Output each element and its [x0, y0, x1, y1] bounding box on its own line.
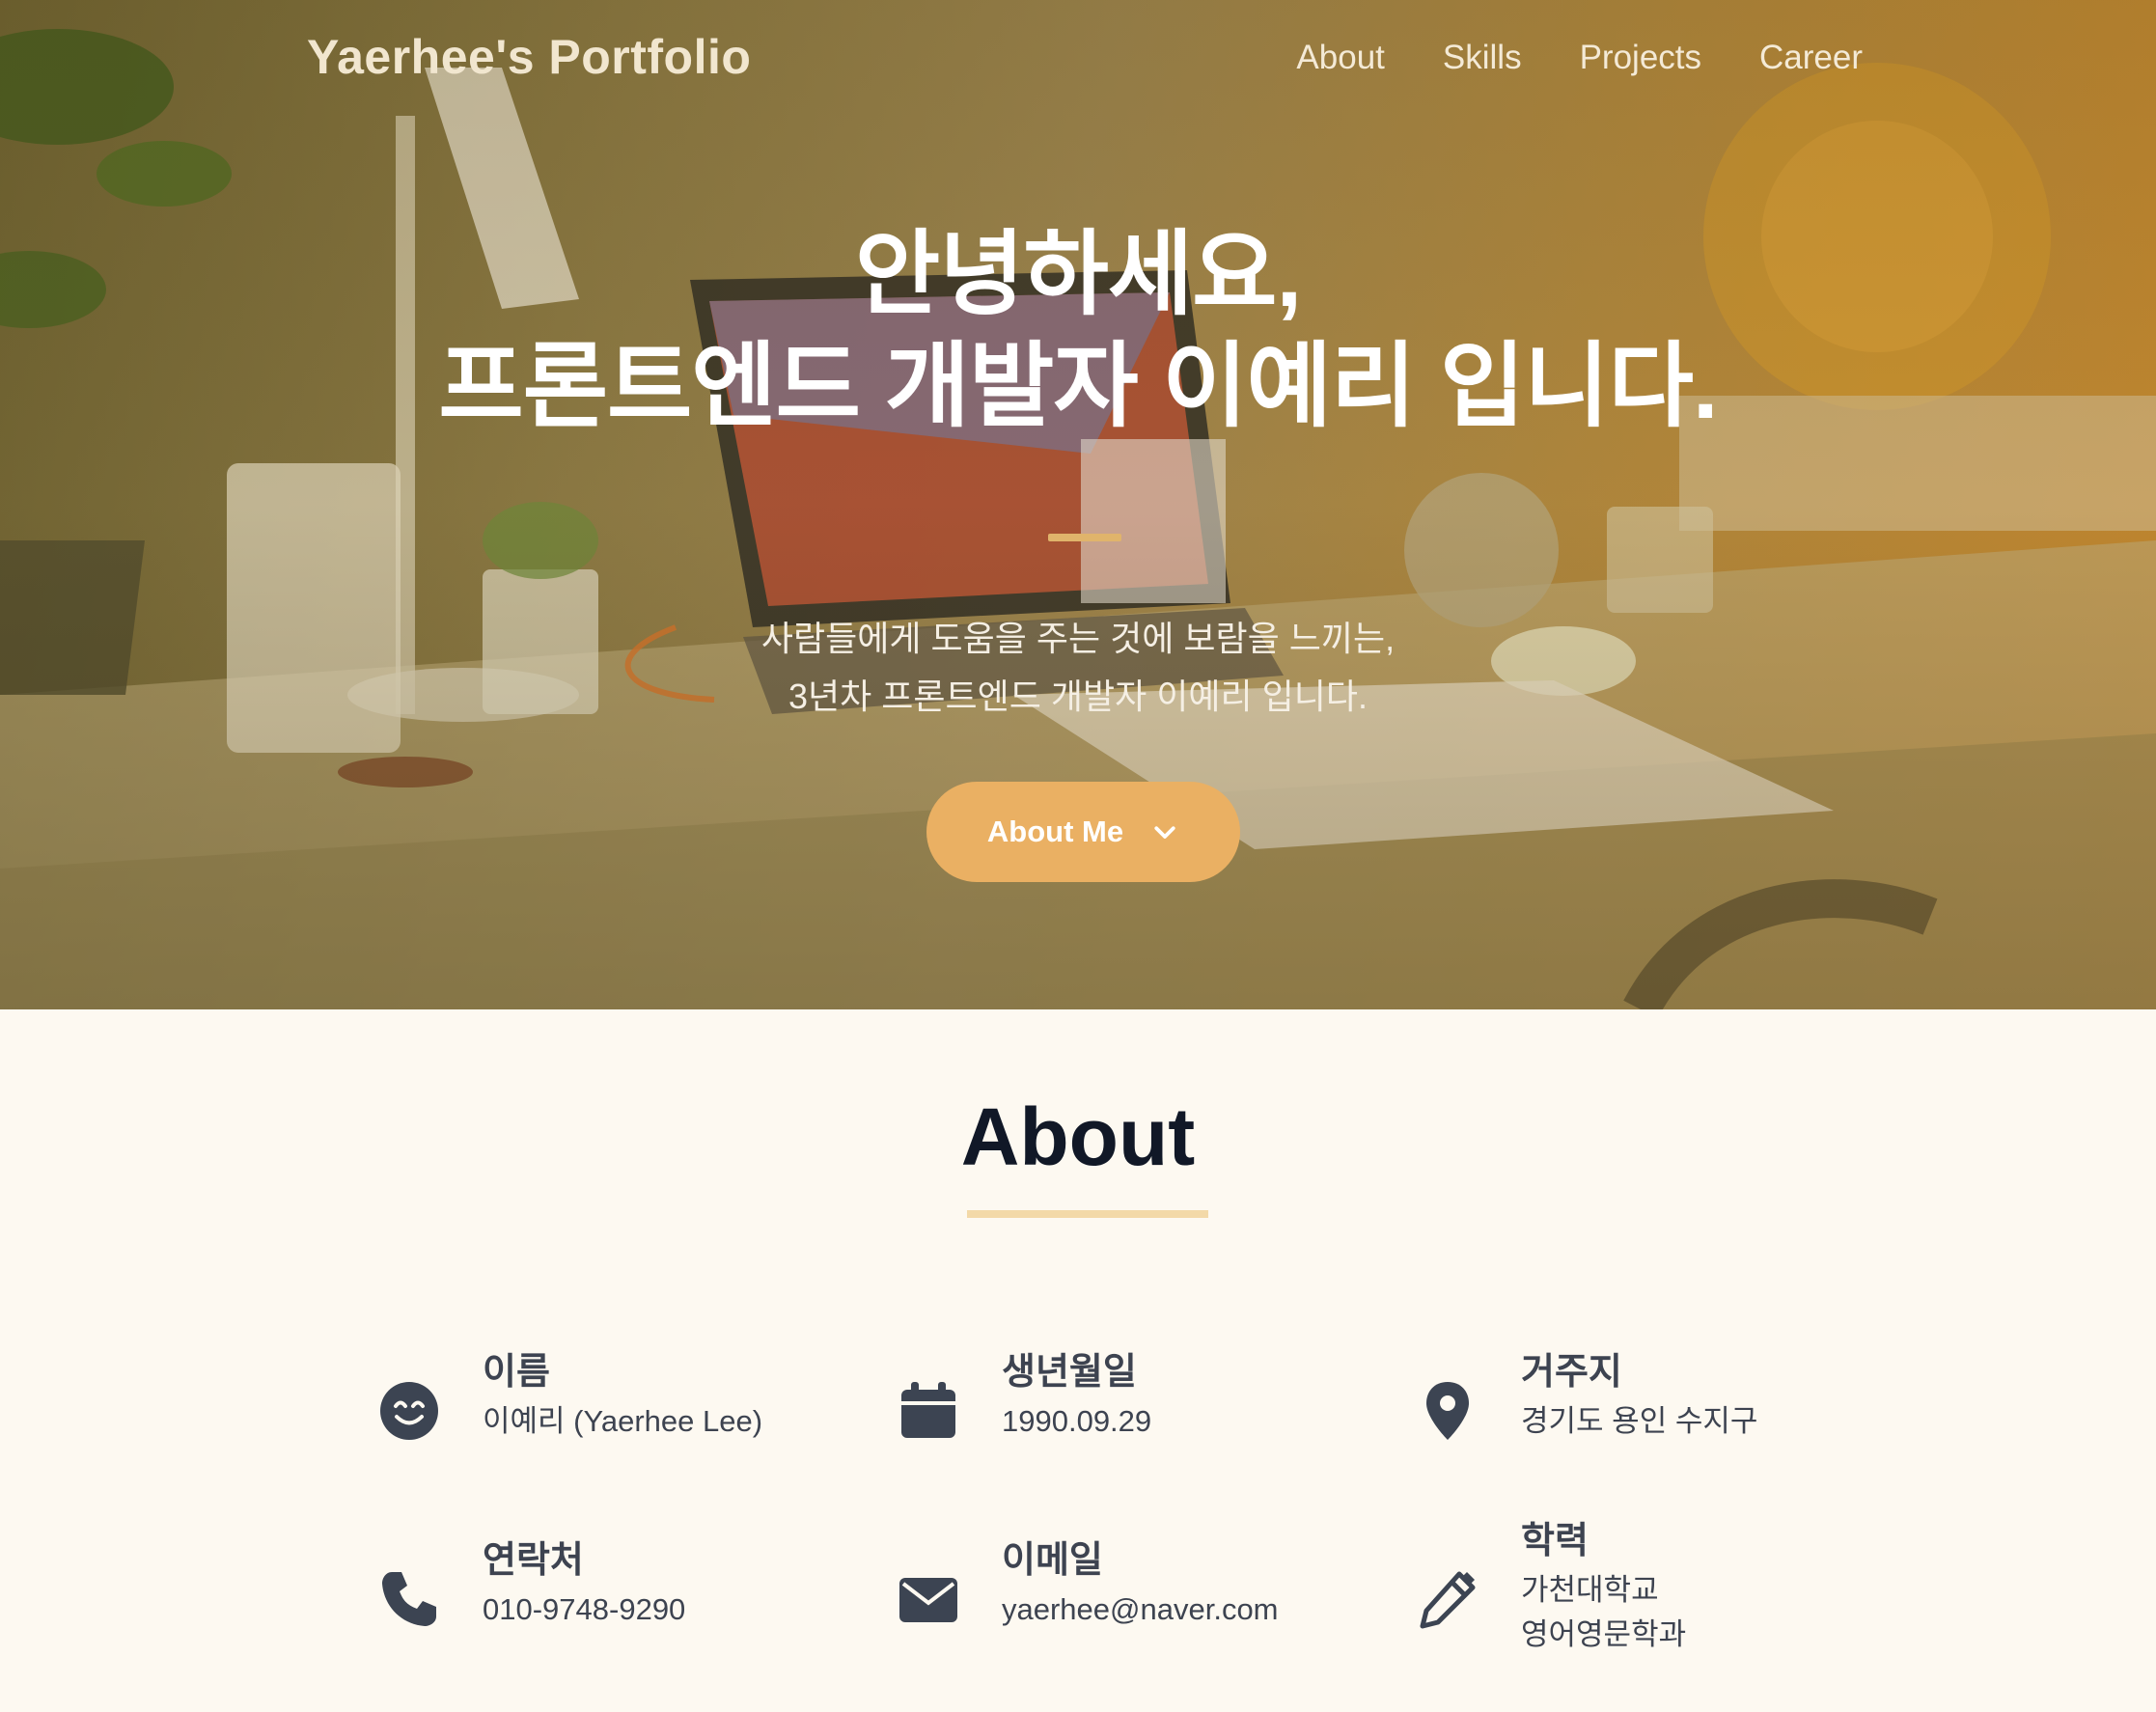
hero-title-line-1: 안녕하세요, — [854, 223, 1302, 326]
education-major: 영어영문학과 — [1521, 1617, 1687, 1651]
info-value: 경기도 용인 수지구 — [1521, 1404, 1758, 1438]
phone-icon — [378, 1568, 440, 1630]
education-school: 가천대학교 — [1521, 1573, 1659, 1607]
hero-title-line-2: 프론트엔드 개발자 이예리 입니다. — [438, 335, 1718, 438]
nav-link-about[interactable]: About — [1296, 39, 1384, 77]
info-item-email: 이메일 yaerhee@naver.com — [898, 1530, 1303, 1665]
calendar-icon — [898, 1380, 959, 1442]
about-title-underline — [967, 1210, 1208, 1218]
envelope-icon — [898, 1568, 959, 1630]
info-value: 가천대학교 영어영문학과 — [1521, 1568, 1686, 1657]
info-value: 010-9748-9290 — [483, 1592, 686, 1626]
site-logo[interactable]: Yaerhee's Portfolio — [307, 29, 751, 85]
info-label: 연락처 — [483, 1540, 584, 1581]
info-item-education: 학력 가천대학교 영어영문학과 — [1417, 1510, 1822, 1651]
info-label: 이름 — [483, 1352, 550, 1393]
nav-link-skills[interactable]: Skills — [1443, 39, 1522, 77]
info-item-birthdate: 생년월일 1990.09.29 — [898, 1341, 1303, 1477]
map-pin-icon — [1417, 1380, 1479, 1442]
smile-icon — [378, 1380, 440, 1442]
pencil-icon — [1417, 1568, 1479, 1630]
nav-links: About Skills Projects Career — [1296, 39, 1863, 77]
nav-link-career[interactable]: Career — [1759, 39, 1863, 77]
chevron-down-icon — [1154, 826, 1175, 839]
hero-section: Yaerhee's Portfolio About Skills Project… — [0, 0, 2156, 1009]
info-label: 학력 — [1521, 1521, 1589, 1561]
info-item-residence: 거주지 경기도 용인 수지구 — [1417, 1341, 1822, 1477]
info-label: 거주지 — [1521, 1352, 1622, 1393]
info-label: 생년월일 — [1002, 1352, 1137, 1393]
about-me-button-label: About Me — [986, 815, 1124, 848]
info-value[interactable]: yaerhee@naver.com — [1002, 1588, 1279, 1632]
top-navigation: Yaerhee's Portfolio About Skills Project… — [0, 0, 2156, 120]
info-value: 이예리 (Yaerhee Lee) — [483, 1404, 763, 1438]
hero-divider — [1048, 534, 1121, 541]
hero-subtitle-line-1: 사람들에게 도움을 주는 것에 보람을 느끼는, — [760, 619, 1396, 658]
nav-link-projects[interactable]: Projects — [1580, 39, 1701, 77]
info-item-name: 이름 이예리 (Yaerhee Lee) — [378, 1341, 784, 1477]
info-label: 이메일 — [1002, 1540, 1103, 1581]
info-value: 1990.09.29 — [1002, 1404, 1152, 1438]
info-item-phone: 연락처 010-9748-9290 — [378, 1530, 784, 1665]
about-me-button[interactable]: About Me — [926, 782, 1240, 882]
about-section-title: About — [960, 1091, 1196, 1182]
hero-subtitle-line-2: 3년차 프론트엔드 개발자 이예리 입니다. — [788, 677, 1368, 716]
